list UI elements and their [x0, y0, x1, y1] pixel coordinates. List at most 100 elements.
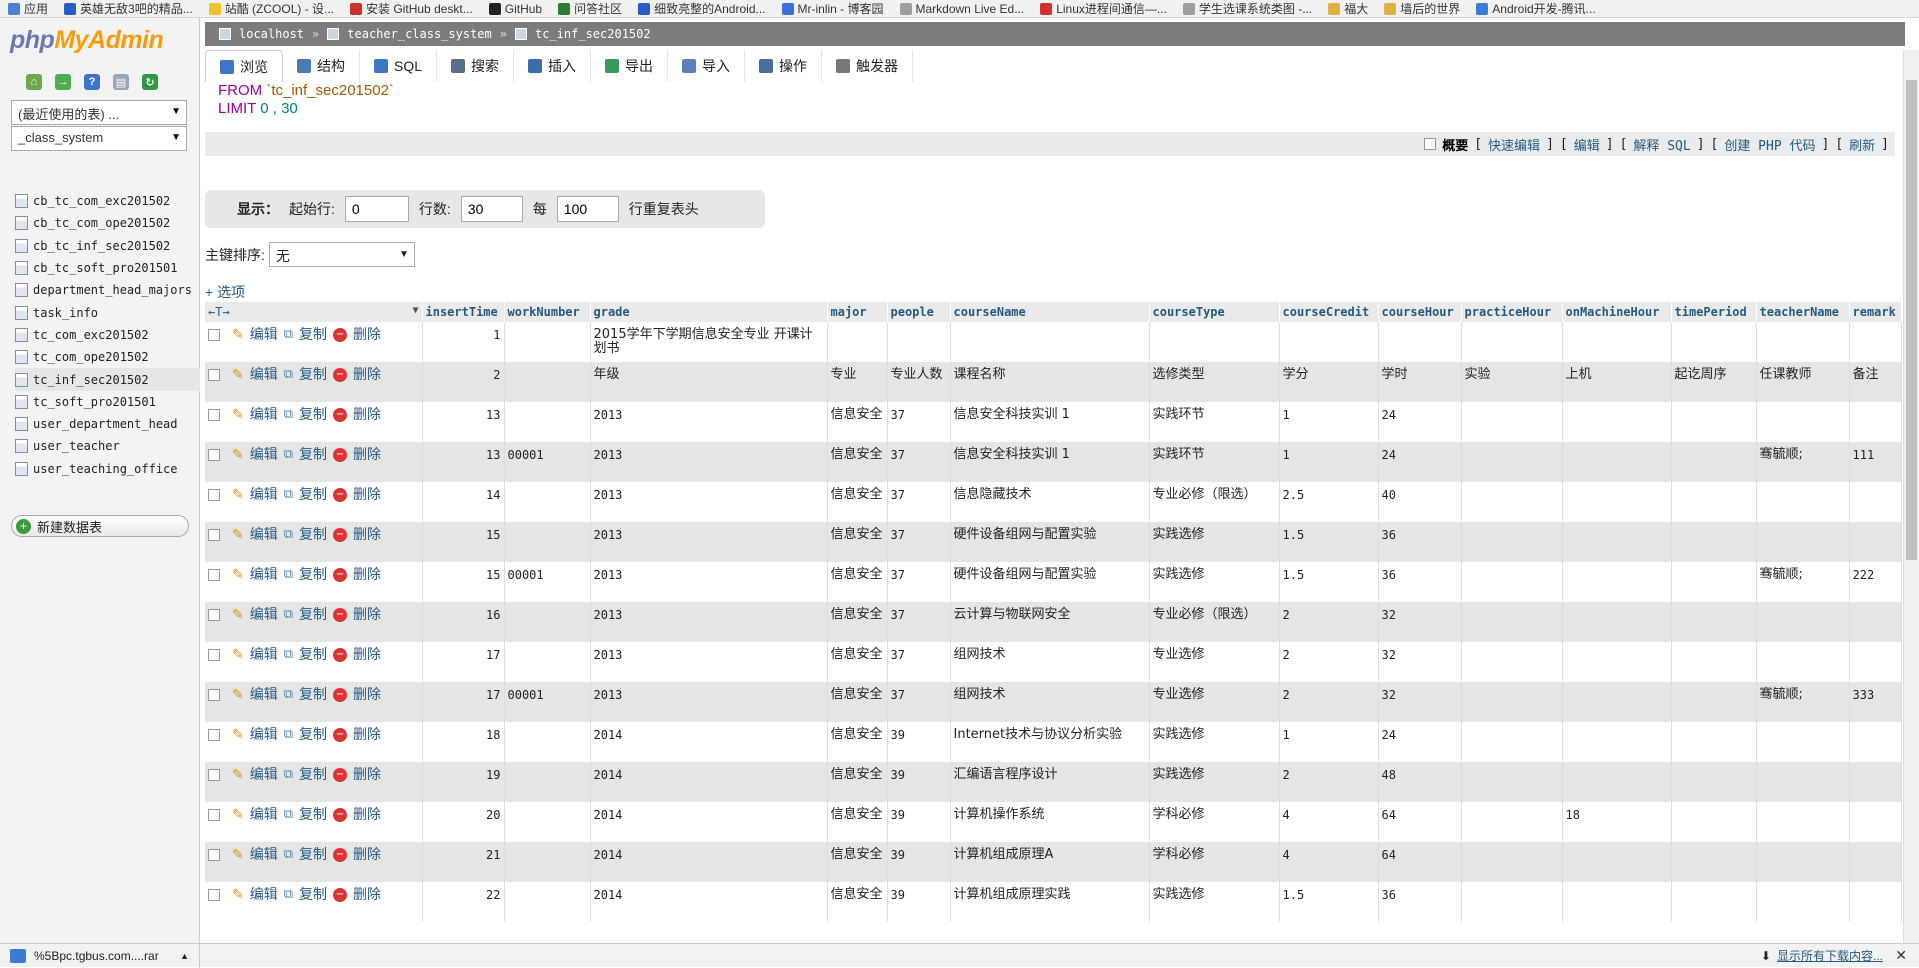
- tab-item[interactable]: 插入: [514, 50, 592, 82]
- column-resize-icon[interactable]: ←T→: [208, 305, 230, 319]
- table-cell[interactable]: 37: [887, 442, 951, 482]
- options-link[interactable]: + 选项: [205, 282, 245, 302]
- table-cell[interactable]: [1756, 642, 1850, 682]
- table-cell[interactable]: 111: [1849, 442, 1902, 482]
- table-cell[interactable]: 24: [1378, 722, 1462, 762]
- copy-icon[interactable]: ⧉: [284, 848, 293, 862]
- table-cell[interactable]: 2013: [590, 482, 828, 522]
- column-header[interactable]: courseType: [1149, 302, 1280, 322]
- table-cell[interactable]: 24: [1378, 442, 1462, 482]
- table-cell[interactable]: 20: [422, 802, 505, 842]
- table-cell[interactable]: 硬件设备组网与配置实验: [950, 522, 1150, 562]
- delete-row-link[interactable]: 删除: [353, 688, 381, 702]
- table-cell[interactable]: 222: [1849, 562, 1902, 602]
- table-cell[interactable]: [1562, 882, 1672, 922]
- row-checkbox[interactable]: [208, 449, 220, 461]
- table-cell[interactable]: [1279, 322, 1379, 362]
- edit-row-link[interactable]: 编辑: [250, 648, 278, 662]
- table-list-item[interactable]: cb_tc_inf_sec201502: [15, 235, 200, 257]
- tab-item[interactable]: 结构: [283, 50, 360, 82]
- bookmark-item[interactable]: 学生选课系统类图 -...: [1175, 0, 1320, 17]
- table-cell[interactable]: [1671, 842, 1757, 882]
- table-cell[interactable]: 2014: [590, 802, 828, 842]
- table-cell[interactable]: [1756, 882, 1850, 922]
- table-cell[interactable]: [1562, 602, 1672, 642]
- tab-item[interactable]: 浏览: [205, 50, 283, 82]
- table-cell[interactable]: 硬件设备组网与配置实验: [950, 562, 1150, 602]
- table-cell[interactable]: [1461, 562, 1563, 602]
- pencil-icon[interactable]: ✎: [232, 848, 244, 862]
- table-cell[interactable]: 信息安全: [827, 842, 888, 882]
- table-cell[interactable]: 36: [1378, 522, 1462, 562]
- table-cell[interactable]: [1562, 762, 1672, 802]
- edit-row-link[interactable]: 编辑: [250, 808, 278, 822]
- copy-icon[interactable]: ⧉: [284, 688, 293, 702]
- row-checkbox[interactable]: [208, 569, 220, 581]
- table-cell[interactable]: 16: [422, 602, 505, 642]
- table-cell[interactable]: [1756, 602, 1850, 642]
- delete-row-link[interactable]: 删除: [353, 408, 381, 422]
- table-cell[interactable]: 37: [887, 682, 951, 722]
- table-list-item[interactable]: user_department_head: [15, 413, 200, 435]
- delete-row-link[interactable]: 删除: [353, 568, 381, 582]
- show-all-downloads[interactable]: ⬇ 显示所有下载内容...: [1761, 947, 1883, 964]
- delete-icon[interactable]: −: [333, 848, 348, 862]
- column-header[interactable]: teacherName: [1756, 302, 1850, 322]
- refresh-link[interactable]: 刷新: [1849, 135, 1875, 154]
- table-cell[interactable]: [1849, 322, 1902, 362]
- table-cell[interactable]: 备注: [1849, 362, 1902, 402]
- table-cell[interactable]: 计算机操作系统: [950, 802, 1150, 842]
- table-cell[interactable]: 32: [1378, 682, 1462, 722]
- copy-row-link[interactable]: 复制: [299, 888, 327, 902]
- table-cell[interactable]: 学分: [1279, 362, 1379, 402]
- table-cell[interactable]: 18: [1562, 802, 1672, 842]
- table-cell[interactable]: [1461, 442, 1563, 482]
- table-cell[interactable]: 64: [1378, 842, 1462, 882]
- table-cell[interactable]: [504, 402, 591, 442]
- copy-icon[interactable]: ⧉: [284, 448, 293, 462]
- table-cell[interactable]: [1461, 482, 1563, 522]
- table-cell[interactable]: [1671, 522, 1757, 562]
- edit-row-link[interactable]: 编辑: [250, 888, 278, 902]
- table-cell[interactable]: [1671, 722, 1757, 762]
- tab-item[interactable]: SQL: [360, 50, 438, 82]
- delete-row-link[interactable]: 删除: [353, 768, 381, 782]
- profiling-checkbox[interactable]: [1424, 138, 1437, 150]
- table-list-item[interactable]: tc_soft_pro201501: [15, 391, 200, 413]
- table-cell[interactable]: 学科必修: [1149, 842, 1280, 882]
- table-cell[interactable]: [1671, 602, 1757, 642]
- table-cell[interactable]: 2014: [590, 882, 828, 922]
- table-cell[interactable]: 组网技术: [950, 682, 1150, 722]
- table-cell[interactable]: [504, 602, 591, 642]
- table-list-item[interactable]: tc_com_ope201502: [15, 346, 200, 368]
- delete-row-link[interactable]: 删除: [353, 528, 381, 542]
- table-cell[interactable]: 37: [887, 642, 951, 682]
- copy-icon[interactable]: ⧉: [284, 808, 293, 822]
- table-cell[interactable]: 汇编语言程序设计: [950, 762, 1150, 802]
- table-cell[interactable]: 19: [422, 762, 505, 802]
- table-list-item[interactable]: user_teaching_office: [15, 458, 200, 480]
- table-cell[interactable]: [1671, 482, 1757, 522]
- table-cell[interactable]: [1849, 402, 1902, 442]
- delete-row-link[interactable]: 删除: [353, 848, 381, 862]
- row-checkbox[interactable]: [208, 369, 220, 381]
- sort-by-key-select[interactable]: 无 ▼: [268, 242, 415, 267]
- table-cell[interactable]: [504, 322, 591, 362]
- table-cell[interactable]: [1671, 322, 1757, 362]
- delete-icon[interactable]: −: [333, 648, 348, 662]
- table-cell[interactable]: [1562, 682, 1672, 722]
- table-cell[interactable]: 14: [422, 482, 505, 522]
- table-cell[interactable]: 17: [422, 682, 505, 722]
- table-cell[interactable]: [1562, 322, 1672, 362]
- copy-icon[interactable]: ⧉: [284, 328, 293, 342]
- table-cell[interactable]: [1671, 682, 1757, 722]
- delete-icon[interactable]: −: [333, 448, 348, 462]
- copy-row-link[interactable]: 复制: [299, 568, 327, 582]
- table-cell[interactable]: 1.5: [1279, 562, 1379, 602]
- table-cell[interactable]: [1671, 442, 1757, 482]
- column-header[interactable]: workNumber: [504, 302, 591, 322]
- table-cell[interactable]: 信息安全: [827, 642, 888, 682]
- table-cell[interactable]: 2014: [590, 762, 828, 802]
- pencil-icon[interactable]: ✎: [232, 328, 244, 342]
- column-header[interactable]: courseHour: [1378, 302, 1462, 322]
